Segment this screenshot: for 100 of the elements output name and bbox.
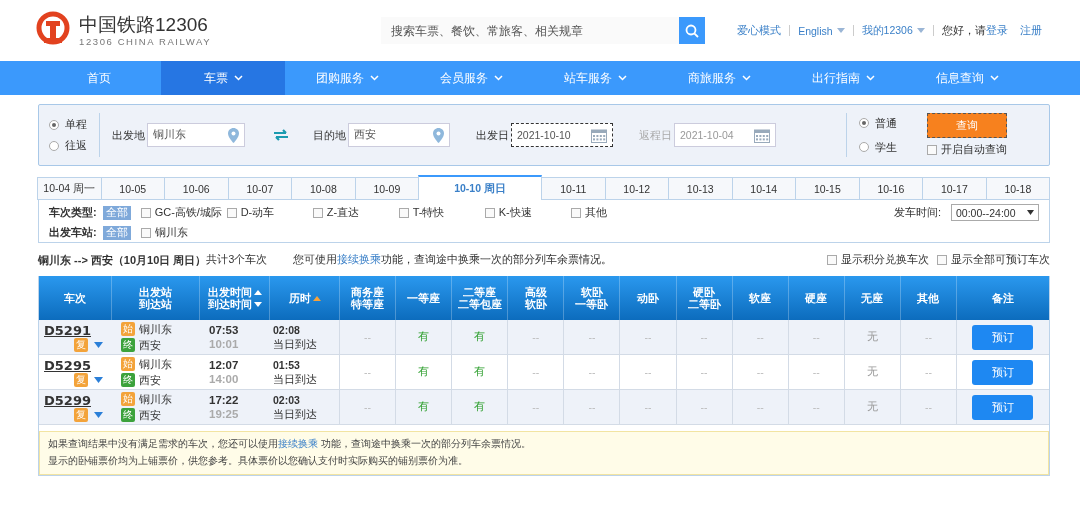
field-label: 出发日 [476, 127, 509, 143]
departure-time: 07:53 [209, 323, 239, 337]
checkbox[interactable] [570, 207, 581, 218]
date-tab[interactable]: 10-13 [668, 177, 733, 200]
column-header: 特等座 [351, 298, 385, 310]
nav-item[interactable]: 出行指南 [781, 61, 905, 95]
all-filter-tag[interactable]: 全部 [102, 225, 131, 240]
column-header: 一等座 [407, 292, 441, 304]
station-name: 铜川东 [139, 321, 172, 337]
date-tab[interactable]: 10-16 [858, 177, 924, 200]
train-number[interactable]: D5291 [44, 322, 91, 338]
arrival-day: 当日到达 [273, 372, 317, 386]
seat-availability: 有 [418, 330, 430, 344]
date-tab[interactable]: 10-12 [604, 177, 669, 200]
column-header: 软卧 [524, 298, 547, 310]
date-tab[interactable]: 10-09 [354, 177, 420, 200]
arrival-time: 19:25 [209, 407, 239, 421]
nav-item[interactable]: 车票 [161, 61, 285, 95]
nav-item[interactable]: 站车服务 [533, 61, 657, 95]
seat-availability: -- [812, 331, 820, 343]
station-name: 铜川东 [139, 356, 172, 372]
top-link[interactable]: 爱心模式 [737, 23, 782, 38]
checkbox[interactable] [140, 207, 151, 218]
date-tab[interactable]: 10-07 [227, 177, 293, 200]
column-header: 一等卧 [575, 298, 609, 310]
nav-item[interactable]: 会员服务 [409, 61, 533, 95]
book-button[interactable]: 预订 [972, 324, 1034, 350]
date-tab[interactable]: 10-06 [164, 177, 229, 200]
checkbox[interactable] [226, 207, 237, 218]
date-tab[interactable]: 10-08 [291, 177, 356, 200]
seat-availability: -- [756, 331, 764, 343]
search-button[interactable] [679, 17, 706, 44]
date-tab[interactable]: 10-15 [795, 177, 860, 200]
caret-icon [1027, 210, 1034, 215]
checkbox-label: 其他 [584, 205, 607, 220]
date-tab[interactable]: 10-18 [985, 177, 1051, 200]
calendar-icon [591, 127, 607, 143]
nav-item[interactable]: 首页 [37, 61, 161, 95]
register-link[interactable]: 注册 [1019, 23, 1042, 38]
sort-down-icon[interactable] [253, 301, 262, 307]
checkbox-label: 开启自动查询 [941, 142, 1007, 157]
seat-availability: 无 [866, 330, 878, 344]
sort-up-icon[interactable] [312, 295, 321, 301]
radio-button[interactable] [49, 140, 59, 151]
checkbox[interactable] [937, 255, 947, 265]
seat-availability: -- [644, 366, 652, 378]
seat-availability: -- [700, 331, 708, 343]
origin-badge: 始 [121, 357, 135, 371]
checkbox[interactable] [312, 207, 323, 218]
date-tab[interactable]: 10-05 [100, 177, 166, 200]
date-tab[interactable]: 10-04 周一 [37, 177, 102, 200]
query-button[interactable]: 查询 [927, 113, 1007, 138]
nav-item[interactable]: 信息查询 [905, 61, 1029, 95]
nav-item[interactable]: 商旅服务 [657, 61, 781, 95]
checkbox[interactable] [398, 207, 409, 218]
arrival-time: 14:00 [209, 372, 239, 386]
checkbox[interactable] [140, 227, 151, 238]
checkbox[interactable] [927, 144, 937, 155]
filter-label: 车次类型: [49, 205, 97, 220]
train-number[interactable]: D5299 [44, 392, 91, 408]
dropdown-arrow-icon[interactable] [94, 376, 103, 383]
checkbox[interactable] [827, 255, 837, 265]
seat-availability: -- [924, 366, 932, 378]
date-tab[interactable]: 10-17 [922, 177, 987, 200]
from-station-field[interactable]: 铜川东 [147, 123, 245, 147]
book-button[interactable]: 预订 [972, 359, 1034, 385]
search-field[interactable]: 搜索车票、餐饮、常旅客、相关规章 [381, 17, 680, 44]
dropdown-arrow-icon[interactable] [94, 341, 103, 348]
dropdown-link[interactable]: 我的12306 [861, 23, 925, 38]
to-station-field[interactable]: 西安 [348, 123, 450, 147]
caret-icon [836, 28, 845, 33]
swap-icon[interactable] [273, 129, 289, 141]
notice-text: 如果查询结果中没有满足需求的车次，您还可以使用接续换乘 功能，查询途中换乘一次的部分列车余票情况。 [48, 438, 532, 451]
column-header: 软卧 [580, 286, 603, 298]
sort-up-icon[interactable] [253, 289, 262, 295]
checkbox-label: D-动车 [240, 205, 275, 220]
train-number[interactable]: D5295 [44, 357, 91, 373]
radio-button[interactable] [859, 142, 869, 152]
time-select[interactable]: 00:00--24:00 [951, 204, 1039, 221]
nav-item[interactable]: 团购服务 [285, 61, 409, 95]
column-header: 出发时间 [207, 286, 262, 298]
radio-button[interactable] [859, 118, 869, 128]
transfer-link[interactable]: 接续换乘 [278, 438, 318, 449]
dropdown-arrow-icon[interactable] [94, 411, 103, 418]
transfer-link[interactable]: 接续换乘 [337, 253, 382, 265]
login-link[interactable]: 登录 [985, 23, 1008, 38]
date-tab[interactable]: 10-14 [731, 177, 797, 200]
seat-availability: -- [588, 401, 596, 413]
all-filter-tag[interactable]: 全部 [102, 205, 131, 220]
radio-label: 单程 [65, 117, 87, 132]
logo-subtitle: 12306 CHINA RAILWAY [79, 36, 212, 47]
dropdown-link[interactable]: English [798, 24, 845, 37]
column-header: 出发站 [139, 286, 172, 298]
radio-button[interactable] [49, 119, 59, 130]
station-name: 西安 [139, 337, 161, 353]
date-tab[interactable]: 10-11 [541, 177, 606, 200]
checkbox[interactable] [484, 207, 495, 218]
checkbox-label: T-特快 [412, 205, 445, 220]
date-field[interactable]: 2021-10-10 [511, 123, 613, 147]
book-button[interactable]: 预订 [972, 394, 1034, 420]
